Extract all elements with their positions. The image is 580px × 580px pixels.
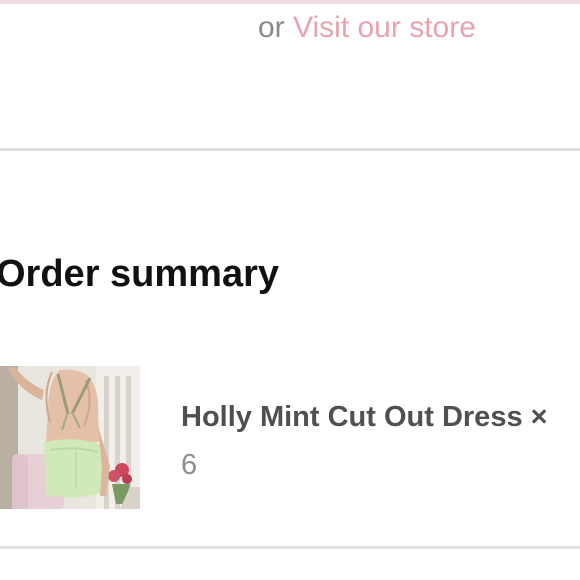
order-summary-title: Order summary — [0, 253, 280, 295]
or-text: or — [258, 11, 285, 44]
order-line-item: Holly Mint Cut Out Dress × 6 — [181, 398, 580, 482]
section-divider — [0, 148, 580, 151]
bottom-divider — [0, 546, 580, 549]
product-image — [0, 366, 140, 509]
visit-store-line: or Visit our store — [258, 10, 476, 46]
product-quantity: 6 — [181, 449, 198, 481]
product-name: Holly Mint Cut Out Dress — [181, 401, 523, 433]
top-border — [0, 0, 580, 4]
quantity-multiplier: × — [530, 401, 548, 433]
product-name-line: Holly Mint Cut Out Dress × — [181, 398, 580, 436]
dress-photo-icon — [0, 366, 140, 509]
visit-our-store-link[interactable]: Visit our store — [293, 11, 476, 44]
